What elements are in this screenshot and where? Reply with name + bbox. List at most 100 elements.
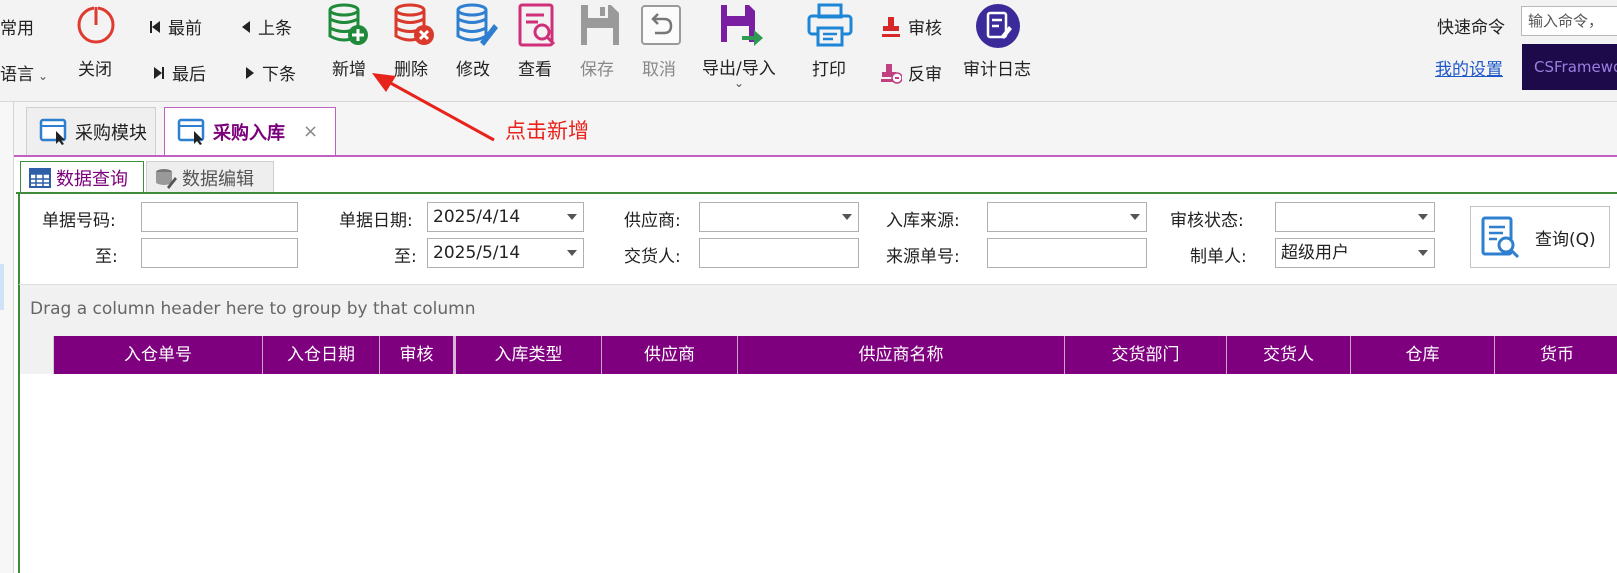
subtab-label: 数据查询 (56, 168, 128, 190)
filter-panel: 单据号码: 至: 单据日期: 2025/4/14 至: 2025/5/14 供应… (18, 194, 1617, 284)
document-tabbar: 采购模块 采购入库 × (14, 102, 1617, 156)
approve-button[interactable]: 审核 (880, 14, 942, 39)
doc-no-from-input[interactable] (141, 202, 298, 232)
prev-label: 上条 (258, 19, 292, 39)
dropdown-arrow-icon[interactable] (567, 250, 577, 256)
dropdown-arrow-icon[interactable] (1418, 214, 1428, 220)
power-icon[interactable] (74, 3, 118, 47)
printer-icon[interactable] (806, 2, 854, 48)
view-button[interactable]: 查看 (518, 55, 552, 80)
save-button[interactable]: 保存 (580, 55, 614, 80)
tab-label: 采购入库 (213, 122, 285, 144)
print-button[interactable]: 打印 (812, 55, 846, 80)
grid-body[interactable] (18, 374, 1617, 573)
doc-no-to-input[interactable] (141, 238, 298, 268)
column-header[interactable]: 仓库 (1351, 336, 1495, 374)
column-header[interactable]: 入库类型 (456, 336, 602, 374)
database-delete-icon[interactable] (392, 2, 436, 48)
annotation-text: 点击新增 (505, 119, 589, 143)
last-icon (154, 66, 164, 79)
source-select[interactable] (987, 202, 1147, 232)
common-menu[interactable]: 常用 (0, 14, 34, 39)
source-no-label: 来源单号: (886, 247, 960, 267)
doc-date-from-value: 2025/4/14 (433, 207, 521, 227)
source-no-input[interactable] (987, 238, 1147, 268)
doc-no-label: 单据号码: (42, 211, 116, 231)
source-label: 入库来源: (886, 211, 960, 231)
approve-label: 审核 (908, 19, 942, 39)
group-by-panel[interactable]: Drag a column header here to group by th… (18, 284, 1617, 336)
undo-icon[interactable] (640, 4, 682, 46)
tab-purchase-stockin[interactable]: 采购入库 × (164, 107, 336, 155)
column-header[interactable]: 交货部门 (1065, 336, 1227, 374)
tab-purchase-module[interactable]: 采购模块 (26, 107, 156, 155)
language-menu[interactable]: 语言 ⌄ (0, 60, 48, 85)
close-button[interactable]: 关闭 (78, 55, 112, 80)
database-add-icon[interactable] (326, 2, 370, 48)
column-header[interactable]: 审核 (380, 336, 456, 374)
dropdown-arrow-icon[interactable] (567, 214, 577, 220)
column-header[interactable]: 货币 (1495, 336, 1617, 374)
export-import-icon[interactable] (718, 2, 764, 48)
status-select[interactable] (1275, 202, 1435, 232)
audit-log-button[interactable]: 审计日志 (963, 55, 1031, 80)
deliverer-input[interactable] (699, 238, 859, 268)
first-button[interactable]: 最前 (150, 14, 202, 39)
unapprove-label: 反审 (908, 65, 942, 85)
window-cursor-icon (177, 118, 205, 145)
query-button-label: 查询(Q) (1535, 229, 1596, 250)
database-edit-icon (156, 168, 177, 189)
column-header[interactable]: 入仓日期 (263, 336, 380, 374)
first-label: 最前 (168, 19, 202, 39)
supplier-select[interactable] (699, 202, 859, 232)
close-icon[interactable]: × (303, 121, 318, 142)
save-icon[interactable] (578, 2, 622, 48)
last-button[interactable]: 最后 (154, 60, 206, 85)
database-edit-icon[interactable] (454, 2, 498, 48)
status-label: 审核状态: (1170, 211, 1244, 231)
toolbar: 常用 语言 ⌄ 关闭 最前 上条 最后 下条 新增 删除 修改 查看 保存 取消… (0, 0, 1617, 102)
quick-command-input[interactable]: 输入命令， (1521, 6, 1617, 36)
dropdown-arrow-icon[interactable] (1418, 250, 1428, 256)
audit-log-icon[interactable] (974, 2, 1022, 50)
left-nav-marker (0, 264, 4, 310)
column-header[interactable]: 交货人 (1227, 336, 1351, 374)
subtab-data-edit[interactable]: 数据编辑 (146, 161, 274, 193)
cancel-button[interactable]: 取消 (642, 55, 676, 80)
prev-icon (242, 20, 250, 33)
column-header[interactable]: 供应商名称 (738, 336, 1065, 374)
next-button[interactable]: 下条 (246, 60, 296, 85)
maker-value: 超级用户 (1281, 243, 1349, 263)
grid-table-icon (29, 167, 51, 188)
document-search-icon[interactable] (516, 2, 560, 48)
subtab-data-query[interactable]: 数据查询 (20, 161, 144, 193)
doc-date-to-value: 2025/5/14 (433, 243, 521, 263)
edit-button[interactable]: 修改 (456, 55, 490, 80)
column-header[interactable]: 入仓单号 (54, 336, 263, 374)
app-window: 常用 语言 ⌄ 关闭 最前 上条 最后 下条 新增 删除 修改 查看 保存 取消… (0, 0, 1617, 573)
unapprove-button[interactable]: 反审 (880, 60, 942, 85)
deliverer-label: 交货人: (624, 247, 681, 267)
add-button[interactable]: 新增 (332, 55, 366, 80)
query-button[interactable]: 查询(Q) (1470, 206, 1610, 268)
doc-no-to-label: 至: (95, 247, 118, 267)
unstamp-icon (881, 63, 902, 84)
doc-date-to-input[interactable]: 2025/5/14 (427, 238, 584, 268)
doc-date-from-input[interactable]: 2025/4/14 (427, 202, 584, 232)
my-settings-link[interactable]: 我的设置 (1435, 55, 1503, 80)
delete-button[interactable]: 删除 (394, 55, 428, 80)
doc-date-to-label: 至: (394, 247, 417, 267)
dropdown-arrow-icon[interactable] (1130, 214, 1140, 220)
subtab-label: 数据编辑 (182, 168, 254, 190)
maker-select[interactable]: 超级用户 (1275, 238, 1435, 268)
subtab-bar: 数据查询 数据编辑 (16, 157, 1617, 193)
grid-corner[interactable] (20, 336, 54, 374)
next-label: 下条 (262, 65, 296, 85)
left-nav-strip[interactable] (0, 102, 14, 573)
chevron-down-icon[interactable]: ⌄ (734, 76, 744, 90)
dropdown-arrow-icon[interactable] (842, 214, 852, 220)
doc-date-label: 单据日期: (339, 211, 413, 231)
maker-label: 制单人: (1190, 247, 1247, 267)
prev-button[interactable]: 上条 (242, 14, 292, 39)
column-header[interactable]: 供应商 (602, 336, 738, 374)
